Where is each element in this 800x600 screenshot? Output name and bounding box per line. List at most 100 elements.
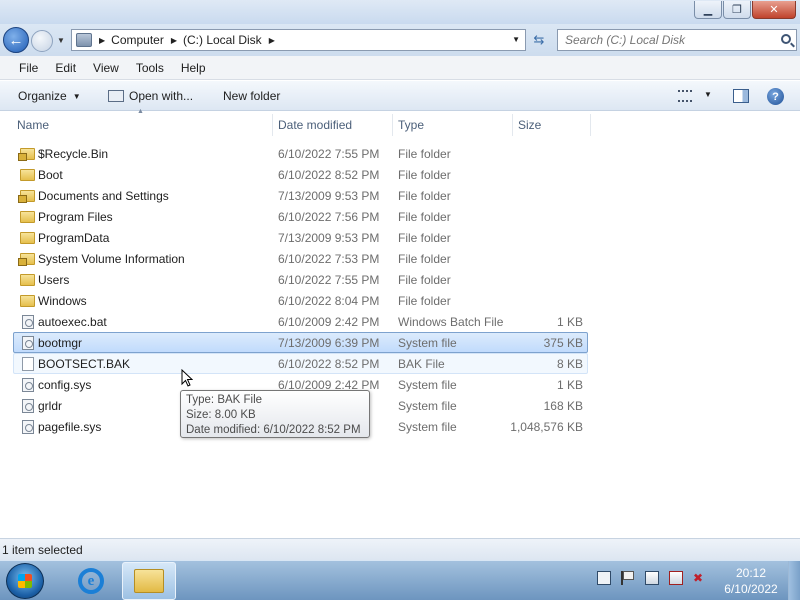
network-disconnected-icon[interactable] — [669, 571, 683, 585]
file-type: File folder — [398, 251, 451, 266]
column-divider[interactable] — [272, 114, 273, 136]
preview-pane-icon[interactable] — [733, 89, 749, 103]
file-type: Windows Batch File — [398, 314, 504, 329]
file-date-modified: 6/10/2009 2:42 PM — [278, 314, 380, 329]
system-clock[interactable]: 20:12 6/10/2022 — [720, 565, 782, 597]
file-name: bootmgr — [38, 335, 83, 350]
back-button[interactable]: ← — [3, 27, 29, 53]
file-row[interactable]: autoexec.bat 6/10/2009 2:42 PM Windows Bat… — [13, 311, 588, 332]
menu-help[interactable]: Help — [170, 61, 212, 75]
taskbar-internet-explorer[interactable]: e — [70, 563, 112, 599]
batch-file-icon — [22, 315, 34, 329]
status-bar: 1 item selected — [0, 538, 800, 560]
column-header-name[interactable]: Name — [17, 112, 272, 138]
maximize-button[interactable]: ❐ — [723, 1, 751, 19]
window-controls: ▁ ❐ ✕ — [693, 1, 796, 19]
refresh-button[interactable]: ⇆ — [528, 29, 550, 51]
search-input[interactable] — [565, 33, 775, 47]
file-row[interactable]: Documents and Settings 7/13/2009 9:53 PM F… — [13, 185, 588, 206]
column-divider[interactable] — [590, 114, 591, 136]
open-with-button[interactable]: Open with... — [108, 89, 193, 103]
view-options-dropdown-icon[interactable]: ▼ — [704, 90, 712, 99]
device-tray-icon[interactable] — [597, 571, 611, 585]
folder-icon — [20, 169, 35, 181]
file-name: $Recycle.Bin — [38, 146, 109, 161]
breadcrumb-local-disk[interactable]: (C:) Local Disk — [183, 33, 262, 47]
file-name: Windows — [38, 293, 87, 308]
file-type: System file — [398, 335, 457, 350]
show-desktop-button[interactable] — [788, 561, 800, 600]
menu-file[interactable]: File — [8, 61, 44, 75]
file-row[interactable]: Users 6/10/2022 7:55 PM File folder — [13, 269, 588, 290]
file-icon — [22, 357, 34, 371]
minimize-button[interactable]: ▁ — [694, 1, 722, 19]
locked-folder-icon — [18, 148, 35, 161]
close-button[interactable]: ✕ — [752, 1, 796, 19]
file-row[interactable]: bootmgr 7/13/2009 6:39 PM System file 375 K… — [13, 332, 588, 353]
file-type: File folder — [398, 209, 451, 224]
menu-tools[interactable]: Tools — [125, 61, 170, 75]
file-name: Users — [38, 272, 70, 287]
column-divider[interactable] — [512, 114, 513, 136]
file-type: File folder — [398, 167, 451, 182]
computer-icon — [76, 33, 92, 47]
file-size: 8 KB — [556, 356, 583, 371]
breadcrumb-computer[interactable]: Computer — [111, 33, 164, 47]
open-with-label: Open with... — [129, 89, 194, 103]
open-with-icon — [108, 90, 124, 102]
refresh-icon: ⇆ — [533, 32, 545, 47]
network-status-icon[interactable] — [645, 571, 659, 585]
search-box[interactable] — [557, 29, 797, 51]
file-name: pagefile.sys — [38, 419, 102, 434]
file-size: 1 KB — [556, 377, 583, 392]
file-name: Boot — [38, 167, 63, 182]
file-row[interactable]: BOOTSECT.BAK 6/10/2022 8:52 PM BAK File 8 K… — [13, 353, 588, 374]
forward-button[interactable] — [31, 30, 53, 52]
column-header-type[interactable]: Type — [398, 112, 513, 138]
file-type: BAK File — [398, 356, 445, 371]
file-row[interactable]: Windows 6/10/2022 8:04 PM File folder — [13, 290, 588, 311]
file-name: System Volume Information — [38, 251, 185, 266]
file-name: config.sys — [38, 377, 92, 392]
start-button[interactable] — [6, 563, 44, 599]
breadcrumb-chevron-icon[interactable]: ▶ — [171, 36, 177, 45]
file-row[interactable]: System Volume Information 6/10/2022 7:53 … — [13, 248, 588, 269]
tooltip-size: Size: 8.00 KB — [186, 409, 256, 421]
file-name: BOOTSECT.BAK — [38, 356, 131, 371]
new-folder-button[interactable]: New folder — [223, 89, 280, 103]
status-text: 1 item selected — [2, 542, 83, 557]
menu-bar: File Edit View Tools Help — [0, 56, 800, 80]
organize-button[interactable]: Organize ▼ — [18, 89, 81, 103]
breadcrumb-chevron-icon[interactable]: ▶ — [99, 36, 105, 45]
file-row[interactable]: Program Files 6/10/2022 7:56 PM File folde… — [13, 206, 588, 227]
title-bar: ▁ ❐ ✕ — [0, 0, 800, 24]
menu-view[interactable]: View — [82, 61, 125, 75]
taskbar-windows-explorer[interactable] — [122, 562, 176, 600]
file-type: File folder — [398, 272, 451, 287]
mouse-cursor-icon — [181, 369, 193, 387]
file-date-modified: 6/10/2022 7:56 PM — [278, 209, 380, 224]
taskbar: e ✖ 20:12 6/10/2022 — [0, 560, 800, 600]
system-file-icon — [22, 420, 34, 434]
column-header-date-modified[interactable]: Date modified — [278, 112, 393, 138]
file-row[interactable]: Boot 6/10/2022 8:52 PM File folder — [13, 164, 588, 185]
file-row[interactable]: $Recycle.Bin 6/10/2022 7:55 PM File folder — [13, 143, 588, 164]
recent-pages-dropdown-icon[interactable]: ▼ — [57, 36, 65, 45]
change-view-icon[interactable] — [678, 90, 692, 102]
system-file-icon — [22, 399, 34, 413]
action-center-flag-icon[interactable] — [621, 571, 635, 585]
column-header-size[interactable]: Size — [518, 112, 588, 138]
volume-muted-icon[interactable]: ✖ — [693, 571, 707, 585]
column-divider[interactable] — [392, 114, 393, 136]
file-row[interactable]: ProgramData 7/13/2009 9:53 PM File folder — [13, 227, 588, 248]
search-icon[interactable] — [781, 34, 791, 44]
file-size: 375 KB — [543, 335, 583, 350]
address-dropdown-icon[interactable]: ▼ — [512, 35, 520, 44]
menu-edit[interactable]: Edit — [44, 61, 82, 75]
file-size: 168 KB — [543, 398, 583, 413]
address-bar[interactable]: ▶ Computer ▶ (C:) Local Disk ▶ ▼ — [71, 29, 526, 51]
file-date-modified: 6/10/2022 8:04 PM — [278, 293, 380, 308]
help-icon[interactable]: ? — [767, 88, 784, 105]
breadcrumb-chevron-icon[interactable]: ▶ — [269, 36, 275, 45]
file-date-modified: 6/10/2022 8:52 PM — [278, 167, 380, 182]
